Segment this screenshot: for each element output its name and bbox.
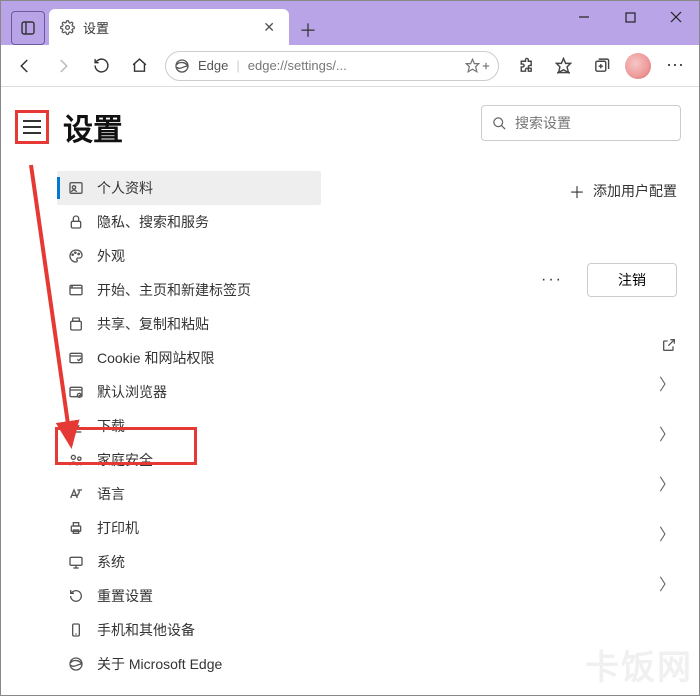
logout-button[interactable]: 注销 — [587, 263, 677, 297]
section-chevrons: 〉 〉 〉 〉 〉 — [331, 371, 681, 595]
toolbar: Edge | edge://settings/... ⋯ — [1, 45, 699, 87]
language-icon — [67, 485, 85, 503]
tab-close-button[interactable]: ✕ — [259, 19, 279, 36]
cookie-icon — [67, 349, 85, 367]
nav-label: 共享、复制和粘贴 — [97, 314, 209, 334]
appearance-icon — [67, 247, 85, 265]
add-profile-button[interactable]: ＋ 添加用户配置 — [331, 179, 681, 203]
address-label: Edge — [198, 58, 228, 73]
window-controls — [561, 1, 699, 33]
nav-label: 默认浏览器 — [97, 382, 167, 402]
content: 设置 个人资料 隐私、搜索和服务 外观 开始、主页和新建标签页 共享、复制和粘贴… — [1, 87, 699, 695]
nav-label: 个人资料 — [97, 178, 153, 198]
nav-about-edge[interactable]: 关于 Microsoft Edge — [57, 647, 321, 681]
nav-phone-devices[interactable]: 手机和其他设备 — [57, 613, 321, 647]
browser-tab[interactable]: 设置 ✕ — [49, 9, 289, 45]
profile-icon — [67, 179, 85, 197]
nav-appearance[interactable]: 外观 — [57, 239, 321, 273]
nav-languages[interactable]: 语言 — [57, 477, 321, 511]
edge-icon — [67, 655, 85, 673]
nav-default-browser[interactable]: 默认浏览器 — [57, 375, 321, 409]
download-icon — [67, 417, 85, 435]
maximize-button[interactable] — [607, 1, 653, 33]
minimize-button[interactable] — [561, 1, 607, 33]
nav-label: 下载 — [97, 416, 125, 436]
refresh-button[interactable] — [83, 49, 119, 83]
nav-share-copy-paste[interactable]: 共享、复制和粘贴 — [57, 307, 321, 341]
nav-downloads[interactable]: 下载 — [57, 409, 321, 443]
printer-icon — [67, 519, 85, 537]
nav-label: 家庭安全 — [97, 450, 153, 470]
settings-main: ＋ 添加用户配置 ··· 注销 〉 〉 〉 〉 〉 — [331, 87, 699, 695]
settings-nav: 个人资料 隐私、搜索和服务 外观 开始、主页和新建标签页 共享、复制和粘贴 Co… — [1, 171, 331, 681]
nav-label: 语言 — [97, 484, 125, 504]
nav-label: 开始、主页和新建标签页 — [97, 280, 251, 300]
browser-icon — [67, 383, 85, 401]
search-icon — [492, 116, 507, 131]
open-external-icon[interactable] — [331, 337, 681, 353]
nav-label: 外观 — [97, 246, 125, 266]
home-button[interactable] — [121, 49, 157, 83]
home-tab-icon — [67, 281, 85, 299]
chevron-right-icon[interactable]: 〉 — [659, 521, 675, 545]
close-window-button[interactable] — [653, 1, 699, 33]
lock-icon — [67, 213, 85, 231]
tab-actions-button[interactable] — [11, 11, 45, 45]
back-button[interactable] — [7, 49, 43, 83]
settings-menu-button[interactable] — [22, 119, 42, 135]
chevron-right-icon[interactable]: 〉 — [659, 421, 675, 445]
nav-label: 重置设置 — [97, 586, 153, 606]
nav-printers[interactable]: 打印机 — [57, 511, 321, 545]
reset-icon — [67, 587, 85, 605]
add-profile-label: 添加用户配置 — [593, 181, 677, 201]
forward-button[interactable] — [45, 49, 81, 83]
settings-search-input[interactable] — [515, 115, 696, 131]
separator: | — [236, 58, 239, 73]
nav-privacy[interactable]: 隐私、搜索和服务 — [57, 205, 321, 239]
family-icon — [67, 451, 85, 469]
gear-icon — [59, 19, 75, 35]
new-tab-button[interactable]: ＋ — [293, 15, 323, 45]
chevron-right-icon[interactable]: 〉 — [659, 371, 675, 395]
nav-label: Cookie 和网站权限 — [97, 348, 214, 368]
nav-cookies-permissions[interactable]: Cookie 和网站权限 — [57, 341, 321, 375]
nav-system[interactable]: 系统 — [57, 545, 321, 579]
tab-strip: 设置 ✕ ＋ — [1, 1, 323, 45]
extensions-button[interactable] — [507, 49, 543, 83]
chevron-right-icon[interactable]: 〉 — [659, 571, 675, 595]
collections-button[interactable] — [583, 49, 619, 83]
settings-sidebar: 设置 个人资料 隐私、搜索和服务 外观 开始、主页和新建标签页 共享、复制和粘贴… — [1, 87, 331, 695]
nav-label: 打印机 — [97, 518, 139, 538]
nav-family-safety[interactable]: 家庭安全 — [57, 443, 321, 477]
phone-icon — [67, 621, 85, 639]
chevron-right-icon[interactable]: 〉 — [659, 471, 675, 495]
nav-label: 手机和其他设备 — [97, 620, 195, 640]
nav-label: 隐私、搜索和服务 — [97, 212, 209, 232]
address-bar[interactable]: Edge | edge://settings/... — [165, 51, 499, 81]
address-url: edge://settings/... — [248, 58, 457, 73]
menu-button[interactable]: ⋯ — [657, 49, 693, 83]
page-title: 设置 — [63, 105, 123, 149]
share-icon — [67, 315, 85, 333]
annotation-hamburger-highlight — [15, 110, 49, 144]
profile-card-actions: ··· 注销 — [331, 263, 681, 297]
titlebar: 设置 ✕ ＋ — [1, 1, 699, 45]
profile-more-button[interactable]: ··· — [531, 265, 573, 295]
system-icon — [67, 553, 85, 571]
nav-label: 关于 Microsoft Edge — [97, 654, 222, 674]
nav-profile[interactable]: 个人资料 — [57, 171, 321, 205]
nav-label: 系统 — [97, 552, 125, 572]
profile-avatar[interactable] — [625, 53, 651, 79]
favorite-button[interactable] — [465, 58, 490, 73]
nav-start-home-newtab[interactable]: 开始、主页和新建标签页 — [57, 273, 321, 307]
favorites-button[interactable] — [545, 49, 581, 83]
settings-search[interactable] — [481, 105, 681, 141]
browser-window: 设置 ✕ ＋ Edge | edge://settings/... — [0, 0, 700, 696]
nav-reset-settings[interactable]: 重置设置 — [57, 579, 321, 613]
edge-icon — [174, 58, 190, 74]
tab-title: 设置 — [83, 18, 251, 37]
plus-icon: ＋ — [569, 179, 585, 203]
